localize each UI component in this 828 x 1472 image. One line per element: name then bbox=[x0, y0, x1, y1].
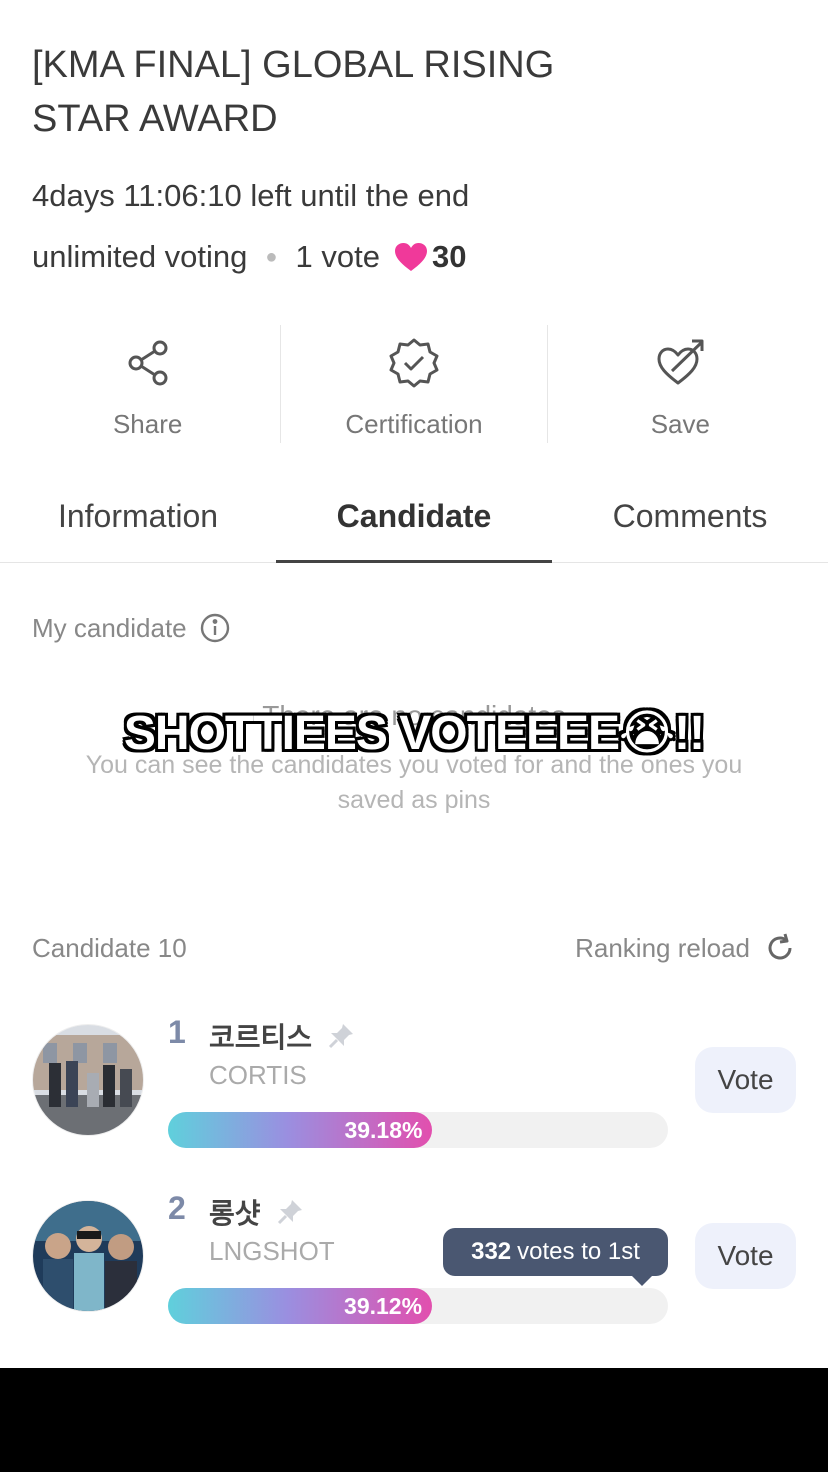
certification-label: Certification bbox=[345, 409, 483, 439]
candidate-name-en: CORTIS bbox=[209, 1060, 307, 1090]
pin-icon[interactable] bbox=[326, 1021, 356, 1051]
candidate-row: 1 코르티스 CORTIS 39.18% Vote bbox=[0, 1010, 828, 1160]
candidate-rank: 1 bbox=[168, 1014, 186, 1050]
share-icon bbox=[128, 340, 168, 386]
video-caption-overlay: SHOTTIEES VOTEEEE😭!! bbox=[123, 707, 705, 760]
my-candidate-label: My candidate bbox=[32, 612, 187, 643]
reload-icon bbox=[768, 933, 792, 960]
vote-rule: unlimited voting ● 1 vote 30 bbox=[32, 234, 466, 280]
ranking-reload-label: Ranking reload bbox=[575, 932, 750, 963]
save-button[interactable]: Save bbox=[546, 325, 813, 443]
vote-button[interactable]: Vote bbox=[695, 1047, 796, 1113]
info-icon[interactable] bbox=[199, 612, 231, 644]
vote-cost-label: 1 vote bbox=[295, 239, 380, 274]
group-photo-image bbox=[33, 1025, 143, 1135]
vote-share-fill: 39.18% bbox=[168, 1112, 433, 1148]
pin-icon[interactable] bbox=[275, 1197, 305, 1227]
candidate-name-kr: 코르티스 bbox=[209, 1016, 356, 1056]
tab-bar: Information Candidate Comments bbox=[0, 470, 828, 563]
vote-share-bar: 39.18% bbox=[168, 1112, 668, 1148]
heart-cost: 30 bbox=[431, 239, 467, 274]
vote-share-percent: 39.18% bbox=[344, 1117, 423, 1143]
candidate-name-kr-text: 코르티스 bbox=[209, 1022, 313, 1053]
heart-icon bbox=[394, 243, 427, 271]
votes-gap-tooltip: 332 votes to 1st bbox=[443, 1228, 668, 1286]
tab-comments[interactable]: Comments bbox=[552, 470, 828, 562]
share-button[interactable]: Share bbox=[15, 325, 280, 443]
group-photo-image bbox=[33, 1201, 143, 1311]
separator-dot: ● bbox=[265, 245, 278, 268]
candidate-row: 2 롱샷 LNGSHOT 39.12% Vote bbox=[0, 1186, 828, 1336]
certification-button[interactable]: Certification bbox=[280, 325, 546, 443]
certification-badge-icon bbox=[389, 338, 439, 388]
votes-gap-suffix: votes to 1st bbox=[517, 1238, 640, 1265]
tab-information[interactable]: Information bbox=[0, 470, 276, 562]
votes-gap-count: 332 bbox=[471, 1238, 512, 1265]
candidate-count: Candidate 10 bbox=[32, 932, 187, 963]
heart-arrow-icon bbox=[657, 339, 704, 385]
vote-share-fill: 39.12% bbox=[168, 1288, 433, 1324]
candidate-name-kr-text: 롱샷 bbox=[209, 1198, 261, 1229]
my-candidate-header: My candidate bbox=[32, 612, 231, 644]
save-label: Save bbox=[650, 409, 710, 439]
tab-candidate[interactable]: Candidate bbox=[276, 470, 552, 563]
candidate-list-header: Candidate 10 Ranking reload bbox=[32, 932, 796, 964]
vote-share-bar: 39.12% bbox=[168, 1288, 668, 1324]
candidate-name-en: LNGSHOT bbox=[209, 1236, 335, 1266]
candidate-avatar[interactable] bbox=[32, 1200, 144, 1312]
ranking-reload-button[interactable]: Ranking reload bbox=[575, 932, 796, 964]
share-label: Share bbox=[112, 409, 183, 439]
candidate-avatar[interactable] bbox=[32, 1024, 144, 1136]
vote-share-percent: 39.12% bbox=[344, 1293, 423, 1319]
candidate-name-kr: 롱샷 bbox=[209, 1192, 305, 1232]
countdown-text: 4days 11:06:10 left until the end bbox=[32, 178, 470, 213]
voting-mode: unlimited voting bbox=[32, 239, 248, 274]
vote-button[interactable]: Vote bbox=[695, 1223, 796, 1289]
action-row: Share Certification Save bbox=[15, 325, 813, 443]
black-bottom-bar bbox=[0, 1368, 828, 1472]
event-title: [KMA FINAL] GLOBAL RISING STAR AWARD bbox=[32, 44, 555, 140]
candidate-rank: 2 bbox=[168, 1190, 186, 1226]
vote-detail-screen: [KMA FINAL] GLOBAL RISING STAR AWARD 4da… bbox=[0, 0, 828, 1368]
